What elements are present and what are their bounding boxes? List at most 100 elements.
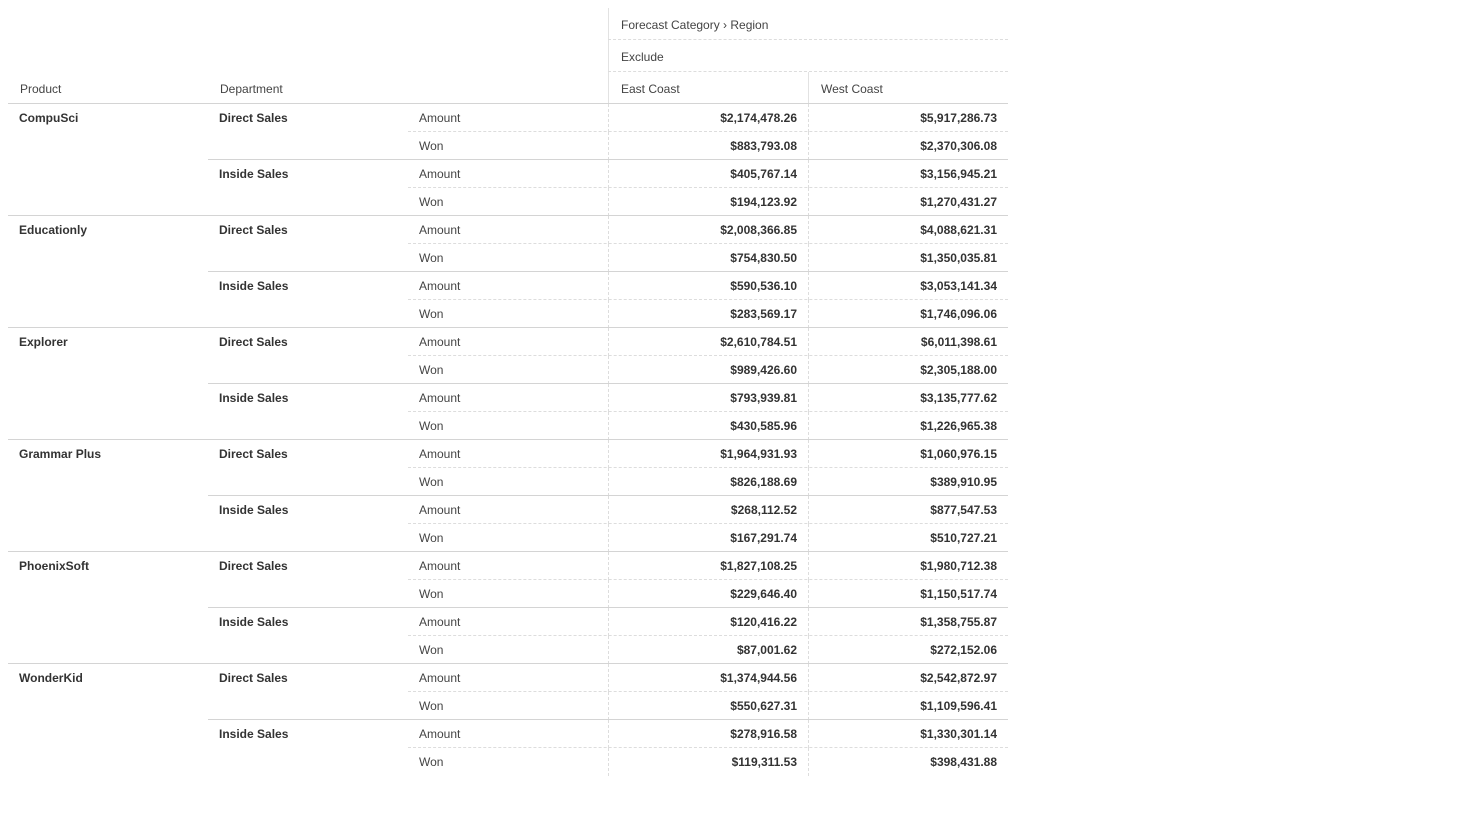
value-cell-east-coast[interactable]: $2,174,478.26: [608, 104, 797, 132]
column-field-value-exclude[interactable]: Exclude: [621, 50, 664, 64]
department-cell[interactable]: Inside Sales: [219, 384, 399, 412]
department-cell[interactable]: Direct Sales: [219, 440, 399, 468]
column-divider: [608, 692, 609, 720]
value-cell-east-coast[interactable]: $194,123.92: [608, 188, 797, 216]
department-cell[interactable]: Direct Sales: [219, 216, 399, 244]
value-cell-east-coast[interactable]: $550,627.31: [608, 692, 797, 720]
value-cell-east-coast[interactable]: $1,827,108.25: [608, 552, 797, 580]
column-divider: [608, 468, 609, 496]
department-cell[interactable]: Direct Sales: [219, 664, 399, 692]
column-divider: [608, 720, 609, 748]
header-divider: [608, 39, 1008, 40]
product-cell[interactable]: WonderKid: [19, 664, 199, 692]
value-cell-east-coast[interactable]: $120,416.22: [608, 608, 797, 636]
value-cell-west-coast[interactable]: $1,060,976.15: [808, 440, 997, 468]
table-row: Inside Sales Amount $268,112.52 $877,547.53: [8, 496, 1008, 524]
value-cell-east-coast[interactable]: $2,610,784.51: [608, 328, 797, 356]
value-cell-east-coast[interactable]: $826,188.69: [608, 468, 797, 496]
department-cell[interactable]: Direct Sales: [219, 104, 399, 132]
measure-label: Amount: [419, 223, 461, 237]
value-cell-west-coast[interactable]: $1,150,517.74: [808, 580, 997, 608]
value-cell-west-coast[interactable]: $3,135,777.62: [808, 384, 997, 412]
value-cell-east-coast[interactable]: $590,536.10: [608, 272, 797, 300]
measure-label: Won: [419, 195, 444, 209]
value-cell-west-coast[interactable]: $510,727.21: [808, 524, 997, 552]
column-divider: [808, 496, 809, 524]
value-cell-west-coast[interactable]: $6,011,398.61: [808, 328, 997, 356]
column-field-path[interactable]: Forecast Category › Region: [621, 18, 768, 32]
column-divider: [808, 188, 809, 216]
column-divider: [608, 188, 609, 216]
value-cell-east-coast[interactable]: $1,964,931.93: [608, 440, 797, 468]
column-divider: [808, 580, 809, 608]
value-cell-east-coast[interactable]: $989,426.60: [608, 356, 797, 384]
column-divider: [608, 636, 609, 664]
department-cell[interactable]: Inside Sales: [219, 272, 399, 300]
value-cell-east-coast[interactable]: $405,767.14: [608, 160, 797, 188]
measure-label: Amount: [419, 615, 461, 629]
row-header-product[interactable]: Product: [20, 82, 61, 96]
department-cell[interactable]: Inside Sales: [219, 608, 399, 636]
value-cell-west-coast[interactable]: $1,109,596.41: [808, 692, 997, 720]
value-cell-east-coast[interactable]: $87,001.62: [608, 636, 797, 664]
table-row: Inside Sales Amount $590,536.10 $3,053,141.…: [8, 272, 1008, 300]
value-cell-west-coast[interactable]: $2,542,872.97: [808, 664, 997, 692]
value-cell-east-coast[interactable]: $754,830.50: [608, 244, 797, 272]
value-cell-east-coast[interactable]: $283,569.17: [608, 300, 797, 328]
column-divider: [608, 580, 609, 608]
value-cell-west-coast[interactable]: $2,305,188.00: [808, 356, 997, 384]
value-cell-west-coast[interactable]: $1,980,712.38: [808, 552, 997, 580]
department-cell[interactable]: Direct Sales: [219, 552, 399, 580]
value-cell-west-coast[interactable]: $877,547.53: [808, 496, 997, 524]
value-cell-west-coast[interactable]: $272,152.06: [808, 636, 997, 664]
value-cell-west-coast[interactable]: $5,917,286.73: [808, 104, 997, 132]
value-cell-west-coast[interactable]: $1,350,035.81: [808, 244, 997, 272]
column-divider: [608, 300, 609, 328]
measure-label: Won: [419, 139, 444, 153]
measure-label: Amount: [419, 671, 461, 685]
table-row: Won $283,569.17 $1,746,096.06: [8, 300, 1008, 328]
department-cell[interactable]: Inside Sales: [219, 720, 399, 748]
value-cell-west-coast[interactable]: $1,746,096.06: [808, 300, 997, 328]
product-cell[interactable]: CompuSci: [19, 104, 199, 132]
row-header-department[interactable]: Department: [220, 82, 283, 96]
value-cell-east-coast[interactable]: $119,311.53: [608, 748, 797, 776]
measure-label: Won: [419, 251, 444, 265]
column-divider: [808, 440, 809, 468]
value-cell-west-coast[interactable]: $4,088,621.31: [808, 216, 997, 244]
measure-label: Won: [419, 363, 444, 377]
department-cell[interactable]: Inside Sales: [219, 496, 399, 524]
value-cell-west-coast[interactable]: $1,358,755.87: [808, 608, 997, 636]
column-header-east-coast[interactable]: East Coast: [621, 82, 680, 96]
measure-label: Won: [419, 643, 444, 657]
value-cell-west-coast[interactable]: $1,226,965.38: [808, 412, 997, 440]
value-cell-west-coast[interactable]: $3,053,141.34: [808, 272, 997, 300]
column-header-west-coast[interactable]: West Coast: [821, 82, 883, 96]
department-cell[interactable]: Direct Sales: [219, 328, 399, 356]
value-cell-east-coast[interactable]: $1,374,944.56: [608, 664, 797, 692]
value-cell-west-coast[interactable]: $2,370,306.08: [808, 132, 997, 160]
value-cell-east-coast[interactable]: $278,916.58: [608, 720, 797, 748]
value-cell-east-coast[interactable]: $793,939.81: [608, 384, 797, 412]
product-cell[interactable]: Educationly: [19, 216, 199, 244]
column-divider: [808, 104, 809, 132]
value-cell-east-coast[interactable]: $229,646.40: [608, 580, 797, 608]
product-cell[interactable]: PhoenixSoft: [19, 552, 199, 580]
department-cell[interactable]: Inside Sales: [219, 160, 399, 188]
value-cell-east-coast[interactable]: $167,291.74: [608, 524, 797, 552]
value-cell-west-coast[interactable]: $389,910.95: [808, 468, 997, 496]
value-cell-east-coast[interactable]: $268,112.52: [608, 496, 797, 524]
value-cell-west-coast[interactable]: $1,270,431.27: [808, 188, 997, 216]
value-cell-east-coast[interactable]: $430,585.96: [608, 412, 797, 440]
table-row: Won $826,188.69 $389,910.95: [8, 468, 1008, 496]
value-cell-west-coast[interactable]: $398,431.88: [808, 748, 997, 776]
value-cell-west-coast[interactable]: $1,330,301.14: [808, 720, 997, 748]
column-divider: [808, 300, 809, 328]
product-cell[interactable]: Grammar Plus: [19, 440, 199, 468]
value-cell-west-coast[interactable]: $3,156,945.21: [808, 160, 997, 188]
value-cell-east-coast[interactable]: $2,008,366.85: [608, 216, 797, 244]
value-cell-east-coast[interactable]: $883,793.08: [608, 132, 797, 160]
product-cell[interactable]: Explorer: [19, 328, 199, 356]
column-divider: [808, 468, 809, 496]
column-divider: [808, 608, 809, 636]
